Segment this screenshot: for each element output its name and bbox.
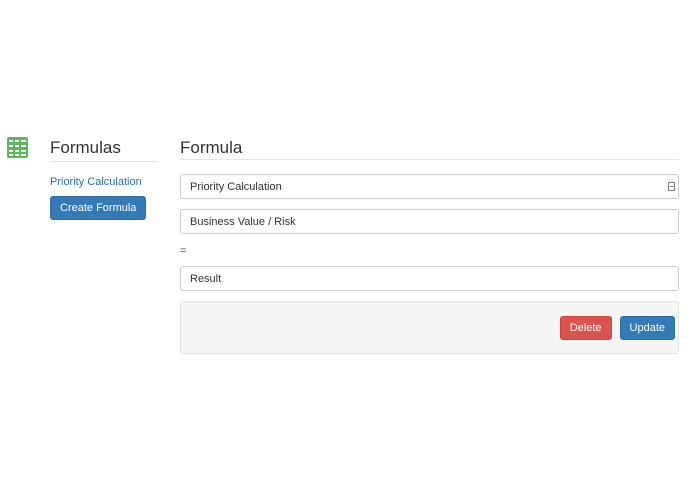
equals-label: = (180, 245, 187, 257)
formula-expression-input[interactable] (181, 210, 678, 233)
formula-name-input[interactable] (181, 175, 678, 198)
page-title: Formula (180, 138, 679, 160)
action-panel: Delete Update (180, 301, 679, 354)
formula-result-input[interactable] (181, 267, 678, 290)
formula-name-field-wrapper (180, 174, 679, 199)
spreadsheet-grid-icon (7, 137, 28, 158)
contact-card-icon[interactable] (668, 182, 675, 191)
formula-expression-field-wrapper (180, 209, 679, 234)
formula-editor: Formula = Delete Update (180, 138, 679, 354)
sidebar-item-priority-calculation[interactable]: Priority Calculation (50, 176, 158, 188)
update-button[interactable]: Update (619, 315, 675, 340)
formula-result-field-wrapper (180, 266, 679, 291)
delete-button[interactable]: Delete (559, 315, 612, 340)
sidebar-title: Formulas (50, 138, 158, 162)
create-formula-button[interactable]: Create Formula (50, 196, 147, 220)
sidebar: Formulas Priority Calculation Create For… (50, 138, 158, 220)
